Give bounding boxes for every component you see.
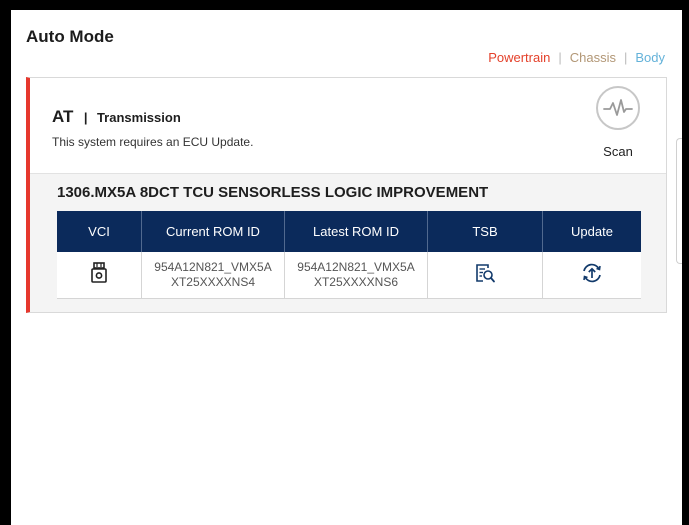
category-filter: Powertrain | Chassis | Body [488,50,665,65]
page-title: Auto Mode [26,27,114,46]
auto-mode-panel: Auto Mode Powertrain | Chassis | Body AT… [9,8,684,525]
side-scroll-handle[interactable] [676,138,682,264]
system-header: AT | Transmission [52,107,181,127]
latest-rom-line2: XT25XXXXNS6 [313,275,399,289]
column-header-update: Update [542,211,641,252]
heartbeat-scan-icon [596,86,640,130]
update-section: 1306.MX5A 8DCT TCU SENSORLESS LOGIC IMPR… [30,173,666,312]
vci-cell [57,252,142,299]
filter-separator: | [558,50,562,65]
table-row: 954A12N821_VMX5A XT25XXXXNS4 954A12N821_… [57,252,641,299]
column-header-vci: VCI [57,211,142,252]
column-header-current-rom: Current ROM ID [141,211,285,252]
current-rom-line2: XT25XXXXNS4 [170,275,256,289]
latest-rom-line1: 954A12N821_VMX5A [297,260,415,274]
rom-table: VCI Current ROM ID Latest ROM ID TSB Upd… [57,211,641,299]
sync-upload-icon[interactable] [580,262,604,288]
tsb-cell [427,252,543,299]
scan-label: Scan [603,144,633,159]
current-rom-cell: 954A12N821_VMX5A XT25XXXXNS4 [141,252,285,299]
latest-rom-cell: 954A12N821_VMX5A XT25XXXXNS6 [284,252,428,299]
filter-body[interactable]: Body [635,50,665,65]
system-card: AT | Transmission This system requires a… [26,77,667,313]
system-message: This system requires an ECU Update. [52,135,254,149]
system-code: AT [52,107,74,126]
table-header-row: VCI Current ROM ID Latest ROM ID TSB Upd… [57,211,641,252]
system-separator: | [83,110,88,125]
scan-button[interactable]: Scan [593,86,643,162]
filter-chassis[interactable]: Chassis [570,50,616,65]
column-header-latest-rom: Latest ROM ID [284,211,428,252]
update-cell [542,252,641,299]
filter-separator: | [623,50,628,65]
vci-device-icon[interactable] [90,262,108,288]
filter-powertrain[interactable]: Powertrain [488,50,550,65]
document-search-icon[interactable] [474,262,496,288]
current-rom-line1: 954A12N821_VMX5A [154,260,272,274]
system-name: Transmission [96,110,181,125]
column-header-tsb: TSB [427,211,543,252]
update-title: 1306.MX5A 8DCT TCU SENSORLESS LOGIC IMPR… [57,184,489,201]
